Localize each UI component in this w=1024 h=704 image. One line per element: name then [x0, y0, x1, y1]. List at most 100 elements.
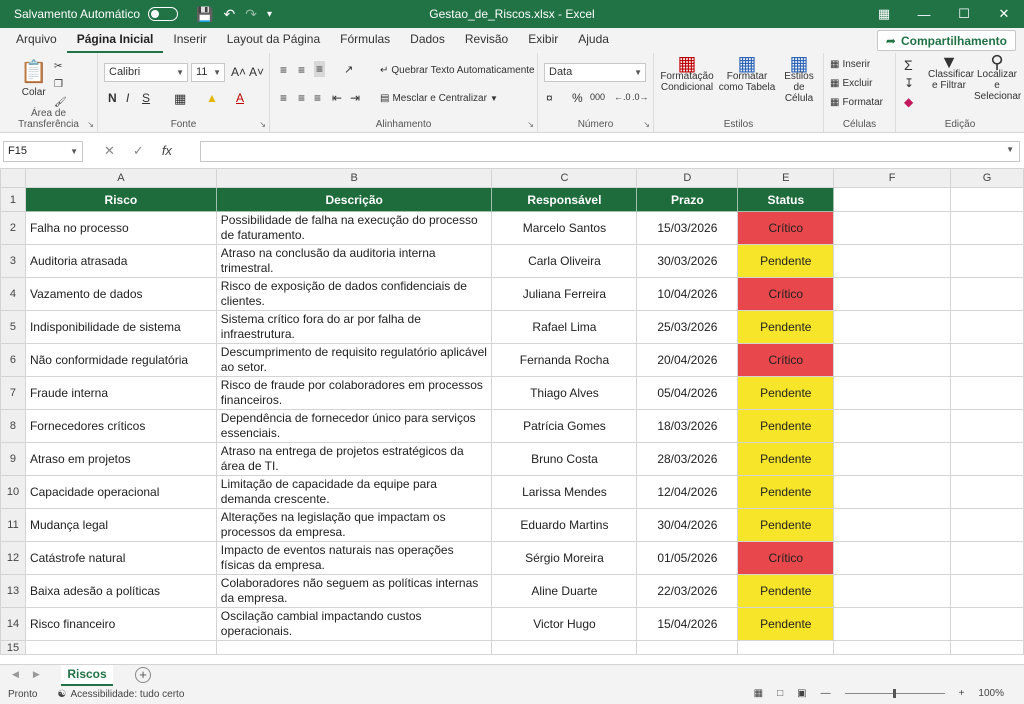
cell-prazo[interactable]: 15/04/2026	[636, 607, 739, 641]
cell-risco[interactable]: Atraso em projetos	[24, 442, 217, 476]
cell-responsavel[interactable]: Fernanda Rocha	[491, 343, 638, 377]
orientation-icon[interactable]: ↗	[344, 63, 353, 76]
cell-descricao[interactable]: Descumprimento de requisito regulatório …	[215, 343, 493, 377]
cell-risco[interactable]: Vazamento de dados	[24, 277, 217, 311]
empty-cell[interactable]	[950, 211, 1024, 245]
merge-center-button[interactable]: ▤ Mesclar e Centralizar ▼	[380, 93, 498, 104]
tab-dados[interactable]: Dados	[400, 28, 455, 53]
cell-status[interactable]: Crítico	[737, 211, 835, 245]
shrink-font-icon[interactable]: A˅	[249, 65, 264, 79]
row-header[interactable]: 12	[0, 541, 26, 575]
cell-status[interactable]: Pendente	[737, 607, 835, 641]
empty-cell[interactable]	[833, 310, 952, 344]
row-header[interactable]: 2	[0, 211, 26, 245]
minimize-button[interactable]: —	[904, 0, 944, 28]
align-left-icon[interactable]: ≡	[280, 91, 287, 105]
cancel-icon[interactable]: ✕	[104, 143, 115, 159]
fill-color-icon[interactable]: ▲	[206, 91, 218, 105]
tab-exibir[interactable]: Exibir	[518, 28, 568, 53]
delete-cells-button[interactable]: ▦ Excluir	[830, 78, 872, 89]
share-button[interactable]: ➦ Compartilhamento	[876, 30, 1016, 51]
save-icon[interactable]: 💾	[196, 6, 213, 23]
empty-cell[interactable]	[950, 508, 1024, 542]
row-header[interactable]: 3	[0, 244, 26, 278]
cell-prazo[interactable]: 30/04/2026	[636, 508, 739, 542]
maximize-button[interactable]: ☐	[944, 0, 984, 28]
tab-arquivo[interactable]: Arquivo	[6, 28, 67, 53]
empty-cell[interactable]	[833, 376, 952, 410]
font-color-icon[interactable]: A	[236, 91, 244, 105]
cell-status[interactable]: Pendente	[737, 574, 835, 608]
format-painter-icon[interactable]: 🖌	[54, 97, 67, 108]
scroll-right-icon[interactable]: ▶	[33, 669, 40, 680]
add-sheet-icon[interactable]: +	[135, 667, 151, 683]
empty-cell[interactable]	[950, 574, 1024, 608]
cell-risco[interactable]: Baixa adesão a políticas	[24, 574, 217, 608]
row-header[interactable]: 7	[0, 376, 26, 410]
cell-prazo[interactable]: 22/03/2026	[636, 574, 739, 608]
font-size-combo[interactable]: 11 ▼	[191, 63, 225, 82]
cell-responsavel[interactable]: Bruno Costa	[491, 442, 638, 476]
empty-cell[interactable]	[737, 640, 835, 655]
row-header[interactable]: 5	[0, 310, 26, 344]
cell-prazo[interactable]: 20/04/2026	[636, 343, 739, 377]
column-header-g[interactable]: G	[950, 168, 1024, 188]
cell-responsavel[interactable]: Marcelo Santos	[491, 211, 638, 245]
find-select-button[interactable]: ⚲ Localizar e Selecionar	[974, 53, 1021, 102]
empty-cell[interactable]	[491, 640, 638, 655]
column-header-d[interactable]: D	[636, 168, 739, 188]
font-launcher-icon[interactable]: ↘	[259, 120, 266, 129]
align-top-icon[interactable]: ≡	[280, 63, 287, 77]
scroll-left-icon[interactable]: ◀	[12, 669, 19, 680]
fill-icon[interactable]: ↧	[904, 76, 914, 90]
clear-icon[interactable]: ◆	[904, 95, 913, 109]
zoom-slider-knob[interactable]	[892, 689, 896, 698]
cell-responsavel[interactable]: Larissa Mendes	[491, 475, 638, 509]
empty-cell[interactable]	[950, 541, 1024, 575]
row-header[interactable]: 1	[0, 187, 26, 212]
page-break-view-icon[interactable]: ▣	[797, 688, 806, 699]
tab-pagina-inicial[interactable]: Página Inicial	[66, 28, 164, 53]
empty-cell[interactable]	[215, 640, 493, 655]
cell-responsavel[interactable]: Carla Oliveira	[491, 244, 638, 278]
format-cells-button[interactable]: ▦ Formatar	[830, 97, 883, 108]
cell-responsavel[interactable]: Patrícia Gomes	[491, 409, 638, 443]
row-header[interactable]: 13	[0, 574, 26, 608]
cell-status[interactable]: Crítico	[737, 541, 835, 575]
cell-prazo[interactable]: 30/03/2026	[636, 244, 739, 278]
cell-descricao[interactable]: Colaboradores não seguem as políticas in…	[215, 574, 493, 608]
clipboard-launcher-icon[interactable]: ↘	[87, 120, 94, 129]
cell-descricao[interactable]: Risco de fraude por colaboradores em pro…	[215, 376, 493, 410]
empty-cell[interactable]	[950, 607, 1024, 641]
increase-decimal-icon[interactable]: ←.0	[614, 92, 631, 102]
cell-status[interactable]: Pendente	[737, 310, 835, 344]
cell-risco[interactable]: Mudança legal	[24, 508, 217, 542]
cell-risco[interactable]: Indisponibilidade de sistema	[24, 310, 217, 344]
normal-view-icon[interactable]: ▦	[754, 688, 763, 699]
cell-status[interactable]: Crítico	[737, 277, 835, 311]
cell-risco[interactable]: Fornecedores críticos	[24, 409, 217, 443]
cell-responsavel[interactable]: Victor Hugo	[491, 607, 638, 641]
cell-descricao[interactable]: Sistema crítico fora do ar por falha de …	[215, 310, 493, 344]
cell-status[interactable]: Pendente	[737, 475, 835, 509]
row-header[interactable]: 4	[0, 277, 26, 311]
insert-function-icon[interactable]: fx	[162, 143, 172, 159]
cell-descricao[interactable]: Alterações na legislação que impactam os…	[215, 508, 493, 542]
cell-prazo[interactable]: 18/03/2026	[636, 409, 739, 443]
cell-responsavel[interactable]: Thiago Alves	[491, 376, 638, 410]
empty-cell[interactable]	[833, 211, 952, 245]
cell-descricao[interactable]: Atraso na entrega de projetos estratégic…	[215, 442, 493, 476]
decrease-decimal-icon[interactable]: .0→	[632, 92, 649, 102]
cell-descricao[interactable]: Limitação de capacidade da equipe para d…	[215, 475, 493, 509]
empty-cell[interactable]	[950, 442, 1024, 476]
cell-responsavel[interactable]: Eduardo Martins	[491, 508, 638, 542]
cell-risco[interactable]: Auditoria atrasada	[24, 244, 217, 278]
empty-cell[interactable]	[950, 277, 1024, 311]
insert-cells-button[interactable]: ▦ Inserir	[830, 59, 870, 70]
row-header[interactable]: 9	[0, 442, 26, 476]
empty-cell[interactable]	[950, 187, 1024, 212]
percent-icon[interactable]: %	[572, 91, 583, 105]
column-header-a[interactable]: A	[24, 168, 217, 188]
zoom-slider[interactable]	[844, 689, 945, 698]
name-box[interactable]: F15 ▼	[3, 141, 83, 162]
